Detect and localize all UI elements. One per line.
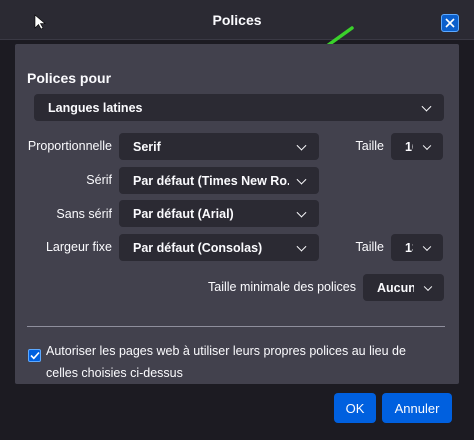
monospace-label: Largeur fixe — [45, 240, 112, 254]
proportional-label: Proportionnelle — [27, 139, 112, 153]
min-size-select[interactable]: Aucune — [363, 274, 444, 301]
section-heading: Polices pour — [27, 70, 112, 86]
dialog-title: Polices — [212, 12, 262, 28]
serif-label: Sérif — [86, 173, 112, 187]
close-button[interactable] — [441, 14, 459, 32]
size-proportional-select[interactable]: 16 — [391, 133, 443, 160]
proportional-select-value: Serif — [133, 139, 161, 154]
sans-serif-select[interactable]: Par défaut (Arial) — [119, 200, 319, 227]
fonts-dialog: Polices Polices pour Langues latines Pro… — [0, 0, 474, 440]
size-monospace-value: 13 — [405, 240, 413, 255]
title-bar: Polices — [0, 0, 474, 40]
min-size-value: Aucune — [377, 280, 414, 295]
close-icon — [445, 18, 455, 28]
monospace-select[interactable]: Par défaut (Consolas) — [119, 234, 319, 261]
proportional-select[interactable]: Serif — [119, 133, 319, 160]
language-select[interactable]: Langues latines — [34, 94, 444, 121]
size-proportional-value: 16 — [405, 139, 413, 154]
language-select-value: Langues latines — [48, 100, 143, 115]
ok-button[interactable]: OK — [334, 393, 376, 423]
checkmark-icon — [29, 351, 40, 360]
divider — [27, 326, 445, 327]
chevron-down-icon — [421, 101, 432, 112]
chevron-down-icon — [296, 140, 307, 151]
monospace-select-value: Par défaut (Consolas) — [133, 240, 263, 255]
min-size-label: Taille minimale des polices — [208, 280, 356, 294]
sans-serif-label: Sans sérif — [56, 207, 112, 221]
serif-select[interactable]: Par défaut (Times New Ro... — [119, 167, 319, 194]
size-monospace-label: Taille — [355, 240, 385, 254]
size-proportional-label: Taille — [355, 139, 385, 153]
sans-serif-select-value: Par défaut (Arial) — [133, 206, 234, 221]
allow-page-fonts-checkbox[interactable] — [28, 349, 41, 362]
allow-page-fonts-label[interactable]: Autoriser les pages web à utiliser leurs… — [46, 340, 436, 384]
chevron-down-icon — [296, 241, 307, 252]
chevron-down-icon — [422, 141, 432, 150]
serif-select-value: Par défaut (Times New Ro... — [133, 173, 289, 188]
chevron-down-icon — [296, 207, 307, 218]
chevron-down-icon — [423, 282, 433, 291]
size-monospace-select[interactable]: 13 — [391, 234, 443, 261]
chevron-down-icon — [296, 174, 307, 185]
cancel-button[interactable]: Annuler — [382, 393, 452, 423]
chevron-down-icon — [422, 242, 432, 251]
